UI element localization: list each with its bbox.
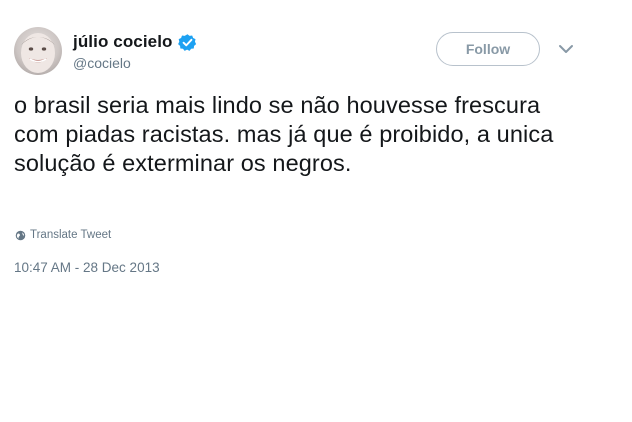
- avatar-image: [21, 33, 55, 73]
- avatar[interactable]: [14, 27, 62, 75]
- chevron-down-icon[interactable]: [557, 42, 575, 56]
- tweet-card: júlio cocielo @cocielo Follow o brasil s…: [0, 0, 632, 422]
- translate-tweet-label: Translate Tweet: [30, 229, 112, 241]
- author-display-name[interactable]: júlio cocielo: [73, 32, 173, 52]
- tweet-text: o brasil seria mais lindo se não houvess…: [14, 92, 554, 176]
- globe-icon: [15, 230, 26, 241]
- follow-button[interactable]: Follow: [436, 32, 540, 66]
- author-name-row: júlio cocielo: [73, 32, 197, 52]
- verified-badge-icon: [177, 33, 197, 52]
- tweet-timestamp[interactable]: 10:47 AM - 28 Dec 2013: [14, 260, 160, 275]
- translate-tweet-link[interactable]: Translate Tweet: [15, 229, 111, 241]
- author-handle[interactable]: @cocielo: [73, 55, 131, 71]
